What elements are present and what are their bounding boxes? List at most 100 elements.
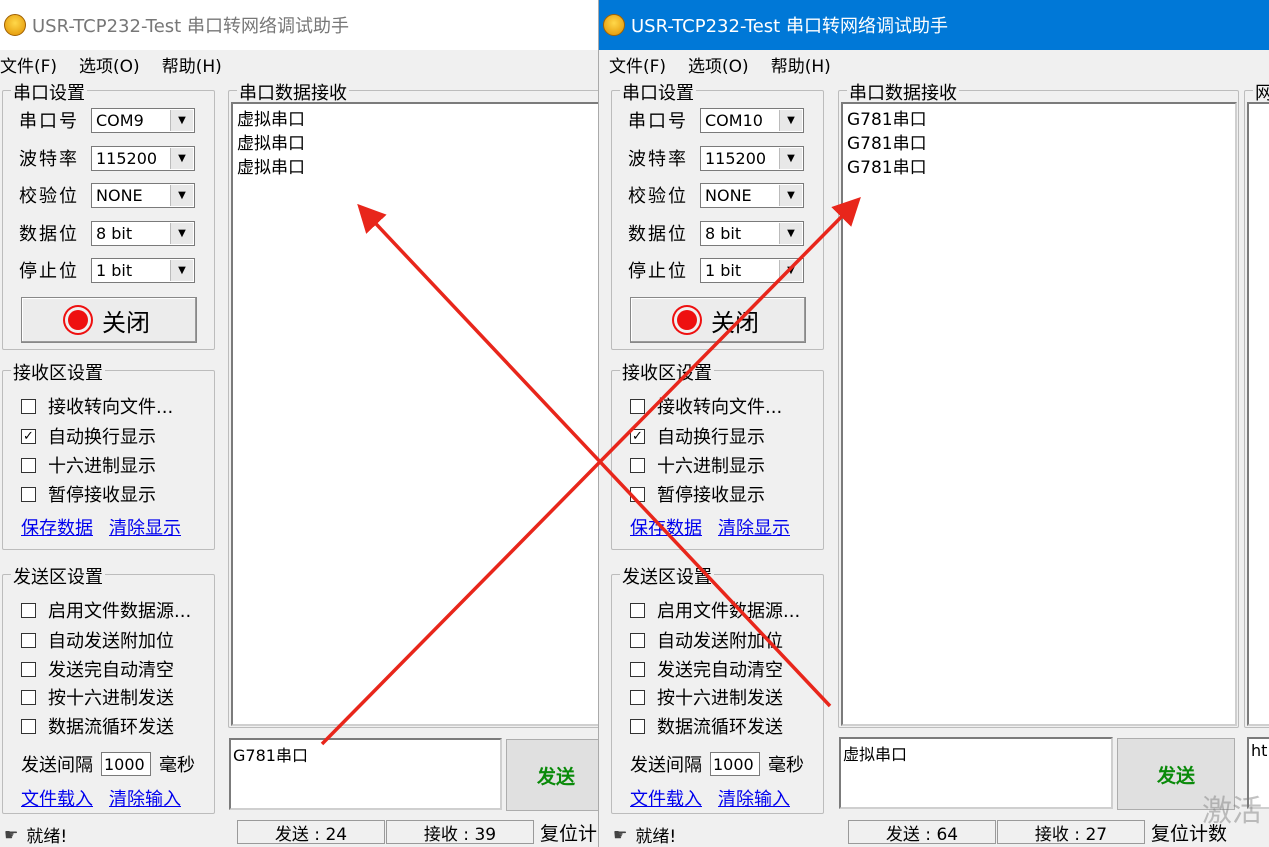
databits-select[interactable]: 8 bit ▼ (700, 220, 804, 246)
checkbox[interactable] (21, 398, 36, 414)
send-interval-row: 发送间隔 1000 毫秒 (21, 751, 195, 777)
stopbits-select[interactable]: 1 bit ▼ (700, 257, 804, 283)
recv-textarea[interactable]: 虚拟串口 虚拟串口 虚拟串口 (231, 102, 598, 726)
send-option[interactable]: 自动发送附加位 (630, 627, 783, 653)
menu-file[interactable]: 文件(F) (609, 52, 666, 77)
checkbox[interactable] (21, 457, 36, 473)
checkbox[interactable] (21, 632, 36, 648)
file-load-link[interactable]: 文件载入 (21, 785, 93, 811)
send-option[interactable]: 自动发送附加位 (21, 627, 174, 653)
chevron-down-icon[interactable]: ▼ (779, 184, 802, 206)
checkbox[interactable] (630, 661, 645, 677)
send-option[interactable]: 启用文件数据源... (21, 597, 191, 623)
recv-option[interactable]: ✓ 自动换行显示 (21, 423, 156, 449)
databits-label: 数据位 (628, 224, 688, 245)
checkbox[interactable] (21, 486, 36, 502)
chevron-down-icon[interactable]: ▼ (170, 109, 193, 131)
serial-settings-group: 串口设置 串口号 COM10 ▼ 波特率 115200 ▼ 校验位 NONE ▼ 数据… (611, 79, 824, 350)
checkbox[interactable] (21, 718, 36, 734)
stopbits-select[interactable]: 1 bit ▼ (91, 257, 195, 283)
checkbox[interactable] (630, 486, 645, 502)
checkbox[interactable] (21, 661, 36, 677)
send-option[interactable]: 发送完自动清空 (21, 656, 174, 682)
interval-unit: 毫秒 (159, 755, 195, 776)
recv-option-label: 接收转向文件... (657, 397, 783, 418)
save-data-link[interactable]: 保存数据 (630, 514, 702, 540)
open-close-button[interactable]: 关闭 (630, 297, 806, 343)
baud-select[interactable]: 115200 ▼ (91, 145, 195, 171)
send-option[interactable]: 启用文件数据源... (630, 597, 800, 623)
chevron-down-icon[interactable]: ▼ (170, 222, 193, 244)
chevron-down-icon[interactable]: ▼ (779, 222, 802, 244)
send-option[interactable]: 发送完自动清空 (630, 656, 783, 682)
send-option[interactable]: 数据流循环发送 (21, 713, 174, 739)
checkbox[interactable] (21, 689, 36, 705)
databits-label: 数据位 (19, 224, 79, 245)
recv-option[interactable]: 接收转向文件... (630, 393, 782, 419)
recv-option[interactable]: 暂停接收显示 (21, 481, 156, 507)
reset-count-button[interactable]: 复位计 (540, 820, 597, 845)
checkbox[interactable] (630, 457, 645, 473)
parity-select[interactable]: NONE ▼ (91, 182, 195, 208)
port-select[interactable]: COM9 ▼ (91, 107, 195, 133)
send-textarea[interactable]: G781串口 (229, 738, 502, 810)
recv-option[interactable]: ✓ 自动换行显示 (630, 423, 765, 449)
chevron-down-icon[interactable]: ▼ (170, 147, 193, 169)
menu-options[interactable]: 选项(O) (688, 52, 749, 77)
clear-display-link[interactable]: 清除显示 (109, 514, 181, 540)
recv-option[interactable]: 十六进制显示 (630, 452, 765, 478)
network-recv-textarea[interactable] (1247, 102, 1269, 726)
app-icon (4, 14, 26, 36)
clear-input-link[interactable]: 清除输入 (109, 785, 181, 811)
send-option[interactable]: 数据流循环发送 (630, 713, 783, 739)
pointing-hand-icon: ☛ (4, 825, 19, 844)
checkbox[interactable] (630, 689, 645, 705)
recv-option[interactable]: 暂停接收显示 (630, 481, 765, 507)
checkbox-checked[interactable]: ✓ (630, 428, 645, 444)
port-value: COM9 (96, 110, 144, 130)
recv-textarea[interactable]: G781串口 G781串口 G781串口 (841, 102, 1237, 726)
stopbits-label: 停止位 (19, 261, 79, 282)
checkbox-checked[interactable]: ✓ (21, 428, 36, 444)
recv-option[interactable]: 十六进制显示 (21, 452, 156, 478)
checkbox[interactable] (630, 398, 645, 414)
checkbox[interactable] (630, 632, 645, 648)
clear-display-link[interactable]: 清除显示 (718, 514, 790, 540)
port-row: 串口号 COM9 ▼ (19, 107, 195, 133)
send-button[interactable]: 发送 (506, 739, 598, 811)
databits-select[interactable]: 8 bit ▼ (91, 220, 195, 246)
checkbox[interactable] (21, 602, 36, 618)
open-close-button[interactable]: 关闭 (21, 297, 197, 343)
title-bar[interactable]: USR-TCP232-Test 串口转网络调试助手 (0, 0, 598, 50)
recv-option[interactable]: 接收转向文件... (21, 393, 173, 419)
send-textarea[interactable]: 虚拟串口 (839, 737, 1113, 809)
menu-options[interactable]: 选项(O) (79, 52, 140, 77)
chevron-down-icon[interactable]: ▼ (779, 147, 802, 169)
chevron-down-icon[interactable]: ▼ (170, 184, 193, 206)
interval-input[interactable]: 1000 (710, 752, 760, 776)
chevron-down-icon[interactable]: ▼ (779, 109, 802, 131)
recv-option-label: 十六进制显示 (48, 456, 156, 477)
title-bar[interactable]: USR-TCP232-Test 串口转网络调试助手 (599, 0, 1269, 50)
checkbox[interactable] (630, 718, 645, 734)
menu-file[interactable]: 文件(F) (0, 52, 57, 77)
menu-help[interactable]: 帮助(H) (771, 52, 831, 77)
port-select[interactable]: COM10 ▼ (700, 107, 804, 133)
send-option-label: 数据流循环发送 (48, 717, 174, 738)
menu-bar: 文件(F) 选项(O) 帮助(H) (0, 52, 598, 77)
file-load-link[interactable]: 文件载入 (630, 785, 702, 811)
checkbox[interactable] (630, 602, 645, 618)
clear-input-link[interactable]: 清除输入 (718, 785, 790, 811)
baud-value: 115200 (705, 148, 767, 168)
chevron-down-icon[interactable]: ▼ (779, 259, 802, 281)
baud-select[interactable]: 115200 ▼ (700, 145, 804, 171)
parity-select[interactable]: NONE ▼ (700, 182, 804, 208)
send-option[interactable]: 按十六进制发送 (21, 684, 174, 710)
menu-help[interactable]: 帮助(H) (162, 52, 222, 77)
send-settings-group: 发送区设置 启用文件数据源... 自动发送附加位 发送完自动清空 按十六进制发送… (611, 563, 824, 814)
chevron-down-icon[interactable]: ▼ (170, 259, 193, 281)
send-option[interactable]: 按十六进制发送 (630, 684, 783, 710)
send-option-label: 启用文件数据源... (657, 601, 801, 622)
save-data-link[interactable]: 保存数据 (21, 514, 93, 540)
interval-input[interactable]: 1000 (101, 752, 151, 776)
